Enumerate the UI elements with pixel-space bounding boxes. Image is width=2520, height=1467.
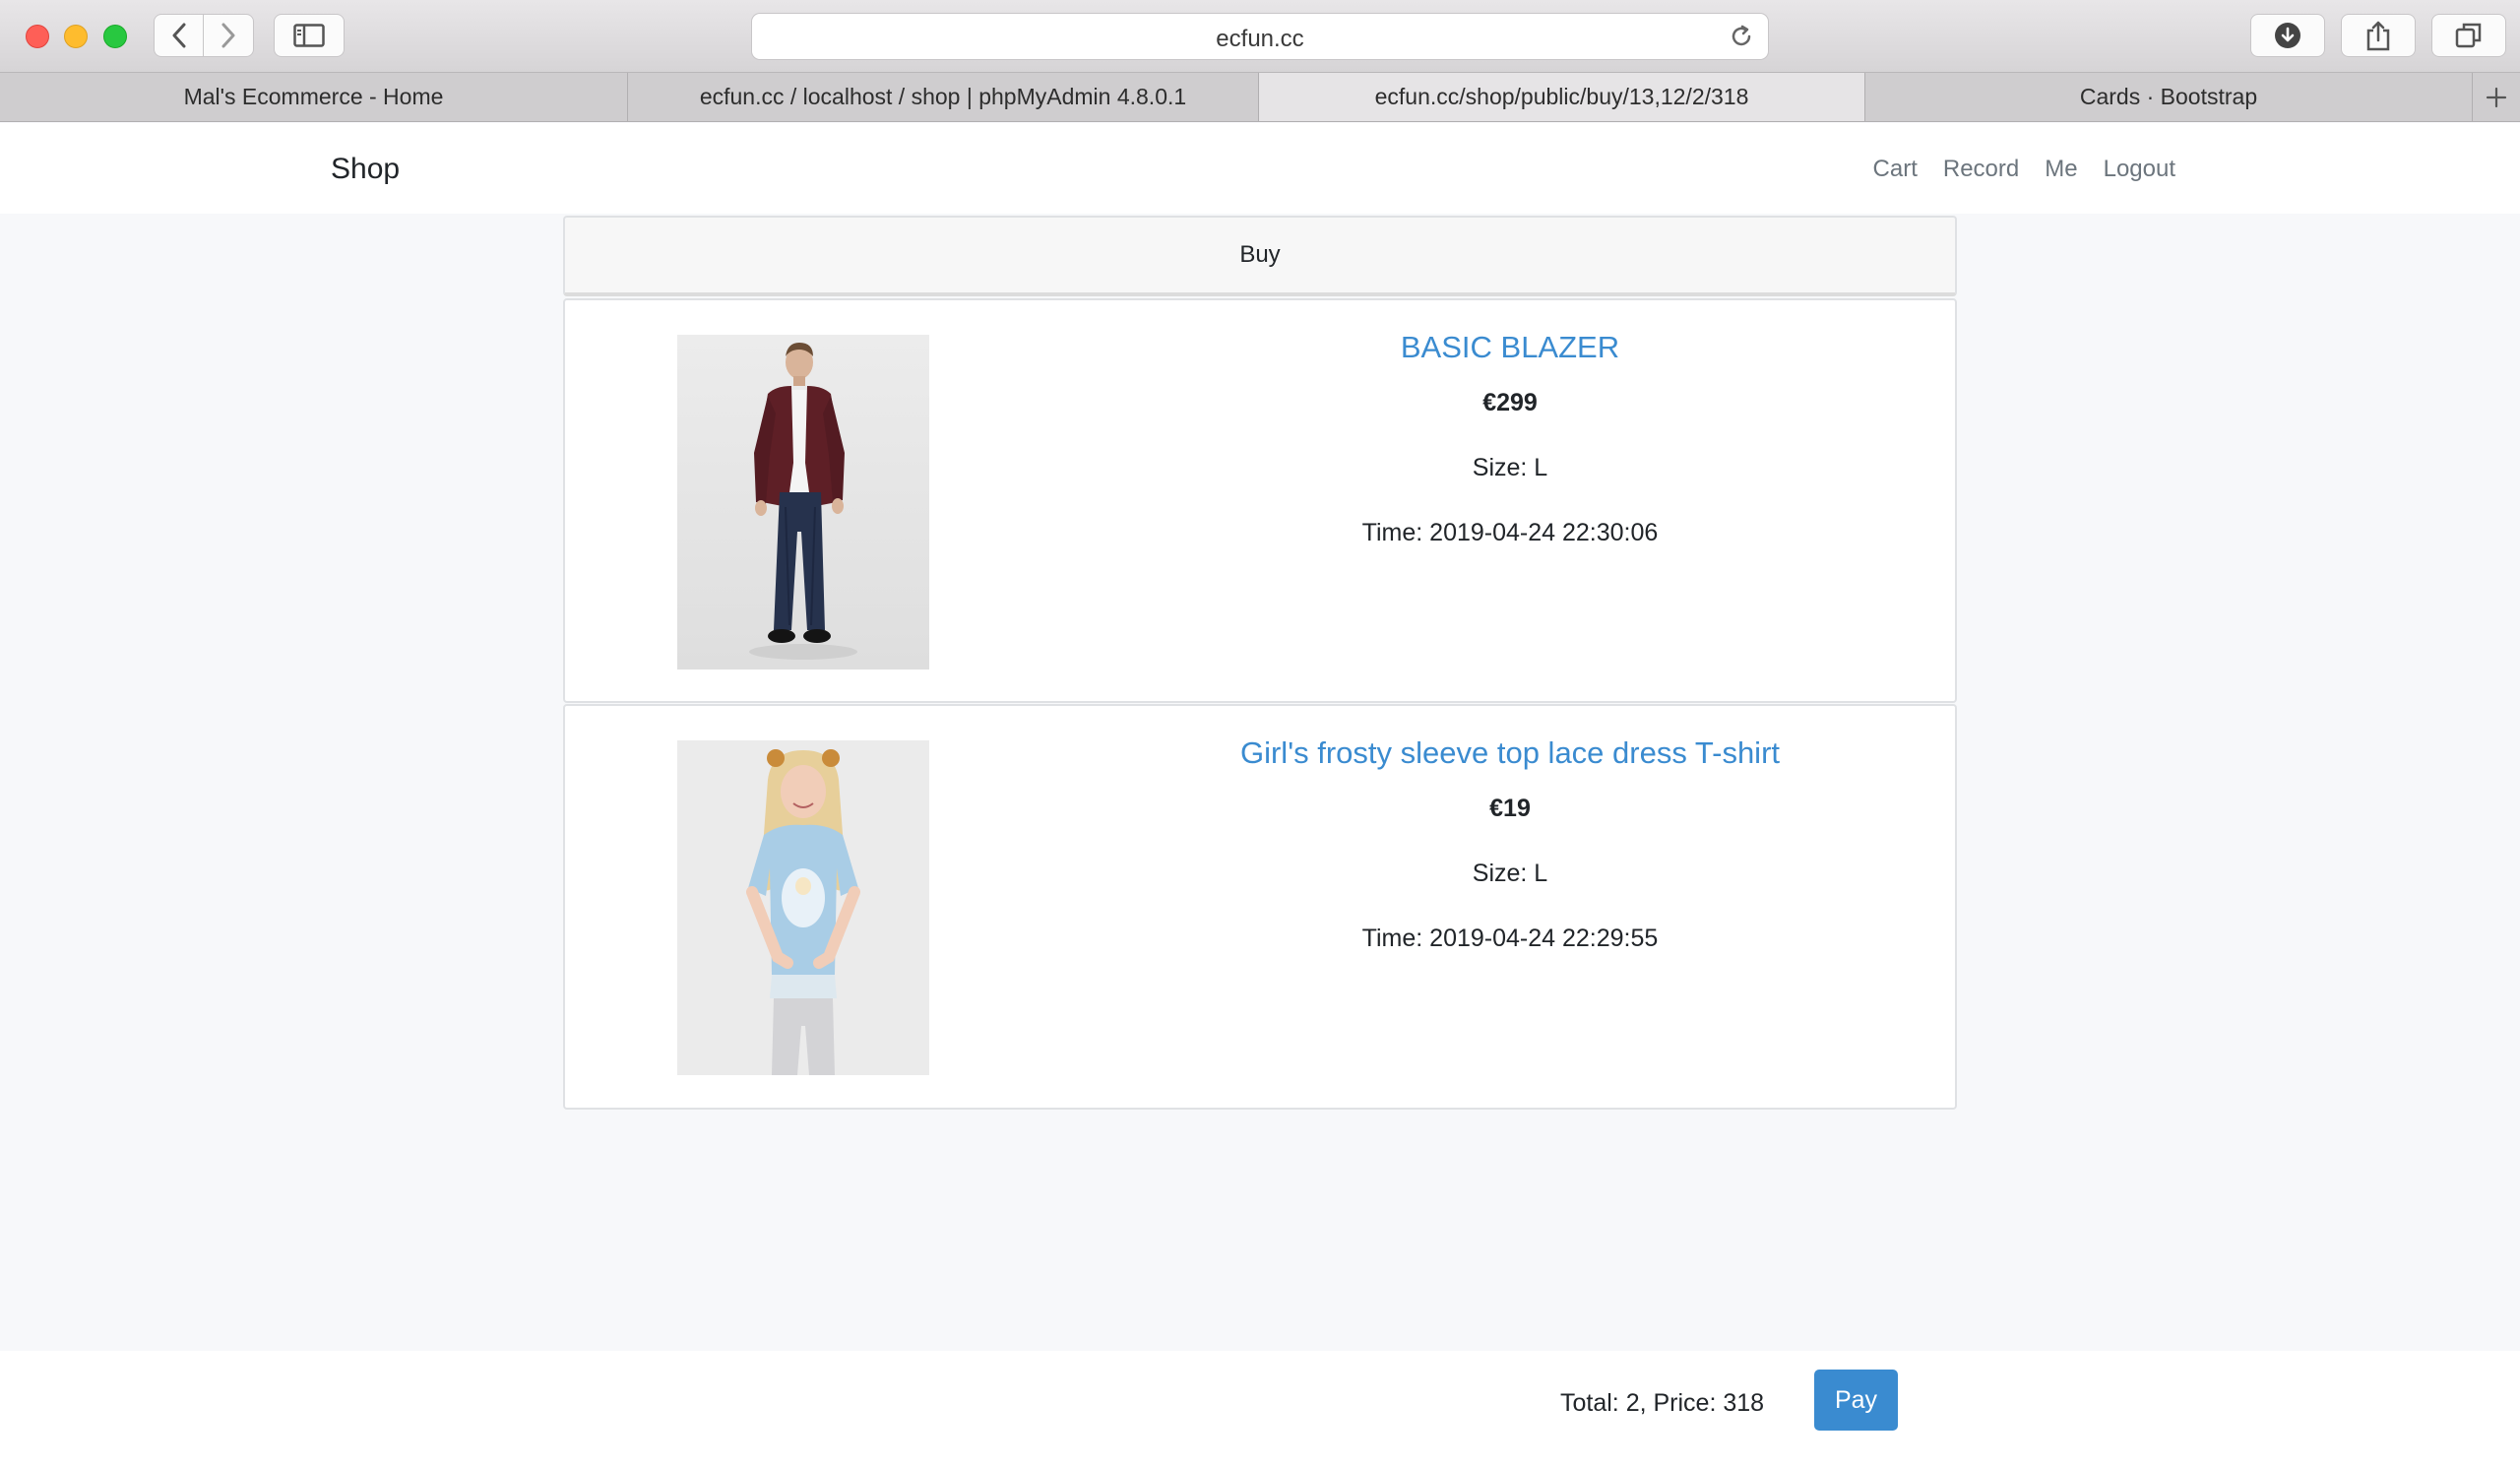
nav-link-record[interactable]: Record <box>1943 156 2019 183</box>
nav-link-logout[interactable]: Logout <box>2104 156 2175 183</box>
checkout-footer: Total: 2, Price: 318 Pay <box>0 1351 2520 1467</box>
plus-icon <box>2486 87 2507 107</box>
product-image-tshirt <box>677 740 929 1075</box>
reload-icon[interactable] <box>1729 24 1754 54</box>
order-item-card: BASIC BLAZER €299 Size: L Time: 2019-04-… <box>563 298 1957 703</box>
product-title-link[interactable]: Girl's frosty sleeve top lace dress T-sh… <box>1136 735 1884 771</box>
show-tabs-button[interactable] <box>2431 14 2506 57</box>
product-info: Girl's frosty sleeve top lace dress T-sh… <box>1136 735 1884 953</box>
product-size: Size: L <box>1472 454 1548 481</box>
product-info: BASIC BLAZER €299 Size: L Time: 2019-04-… <box>1136 330 1884 547</box>
product-time: Time: 2019-04-24 22:29:55 <box>1361 925 1659 952</box>
address-text: ecfun.cc <box>1216 26 1304 52</box>
browser-tab[interactable]: Cards · Bootstrap <box>1865 73 2473 121</box>
browser-tab[interactable]: ecfun.cc / localhost / shop | phpMyAdmin… <box>628 73 1259 121</box>
product-price: €299 <box>1482 389 1538 416</box>
minimize-window-button[interactable] <box>64 25 88 48</box>
order-summary: Total: 2, Price: 318 <box>1560 1389 1765 1417</box>
share-button[interactable] <box>2341 14 2416 57</box>
downloads-button[interactable] <box>2250 14 2325 57</box>
buy-card-header: Buy <box>563 216 1957 296</box>
sidebar-toggle-button[interactable] <box>274 14 345 57</box>
pay-button[interactable]: Pay <box>1814 1370 1898 1431</box>
nav-link-cart[interactable]: Cart <box>1873 156 1918 183</box>
zoom-window-button[interactable] <box>103 25 127 48</box>
product-size: Size: L <box>1472 860 1548 887</box>
chevron-right-icon <box>221 23 235 48</box>
address-bar[interactable]: ecfun.cc <box>751 13 1769 60</box>
browser-tab-active[interactable]: ecfun.cc/shop/public/buy/13,12/2/318 <box>1259 73 1865 121</box>
nav-link-me[interactable]: Me <box>2045 156 2077 183</box>
tabs-overview-icon <box>2455 23 2482 48</box>
product-image-blazer <box>677 335 929 670</box>
back-button[interactable] <box>155 15 204 56</box>
order-item-card: Girl's frosty sleeve top lace dress T-sh… <box>563 704 1957 1110</box>
brand-link[interactable]: Shop <box>331 153 400 186</box>
download-icon <box>2275 23 2300 48</box>
product-price: €19 <box>1489 795 1531 822</box>
sidebar-icon <box>293 24 325 47</box>
product-time: Time: 2019-04-24 22:30:06 <box>1361 519 1659 546</box>
browser-tab[interactable]: Mal's Ecommerce - Home <box>0 73 628 121</box>
site-navbar: Shop Cart Record Me Logout <box>0 123 2520 214</box>
close-window-button[interactable] <box>26 25 49 48</box>
forward-button[interactable] <box>204 15 253 56</box>
nav-links: Cart Record Me Logout <box>1873 156 2175 183</box>
chevron-left-icon <box>172 23 185 48</box>
share-icon <box>2366 21 2390 51</box>
new-tab-button[interactable] <box>2473 73 2520 121</box>
history-nav-group <box>154 14 254 57</box>
tab-strip: Mal's Ecommerce - Home ecfun.cc / localh… <box>0 73 2520 122</box>
browser-titlebar: ecfun.cc <box>0 0 2520 73</box>
product-title-link[interactable]: BASIC BLAZER <box>1136 330 1884 365</box>
